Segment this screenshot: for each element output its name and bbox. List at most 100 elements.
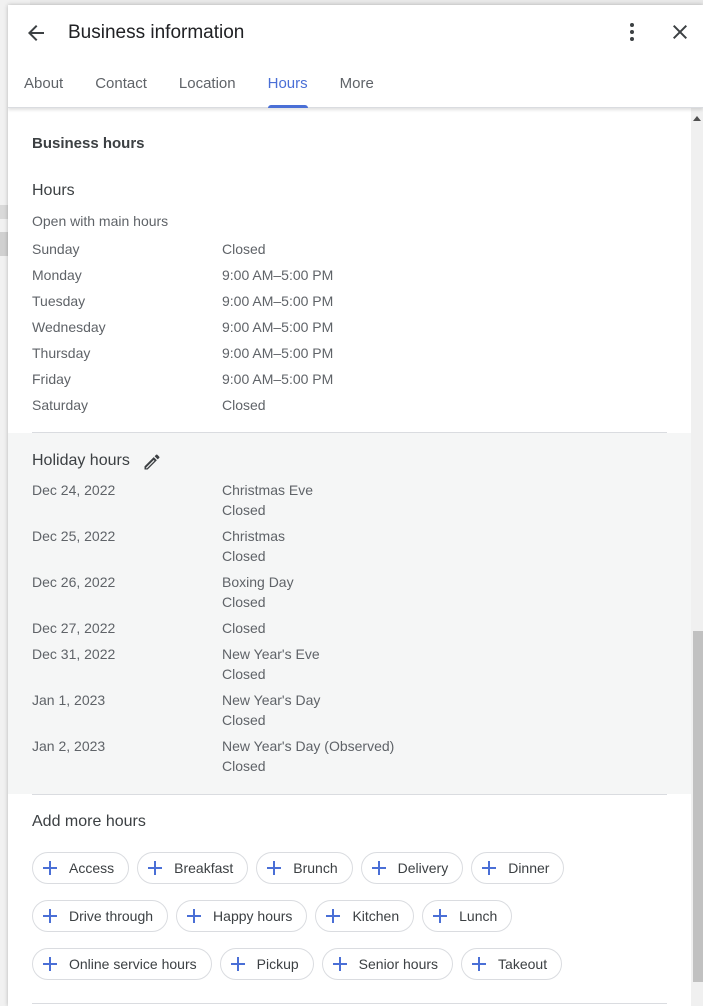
tab-location[interactable]: Location	[163, 63, 252, 108]
add-hours-chip-kitchen[interactable]: Kitchen	[315, 900, 415, 932]
holiday-name: Christmas	[222, 528, 286, 544]
holiday-hours-value: Closed	[222, 758, 266, 774]
arrow-left-icon	[28, 25, 44, 41]
chip-label: Takeout	[498, 956, 548, 972]
add-hours-chip-dinner[interactable]: Dinner	[471, 852, 565, 884]
day-hours: 9:00 AM–5:00 PM	[222, 319, 334, 335]
day-label: Thursday	[32, 345, 91, 361]
chip-label: Delivery	[397, 860, 449, 876]
chip-label: Senior hours	[358, 956, 439, 972]
tab-bar: About Contact Location Hours More	[8, 63, 390, 108]
chip-label: Access	[69, 860, 115, 876]
add-more-hours-heading: Add more hours	[32, 813, 146, 830]
add-hours-chip-pickup[interactable]: Pickup	[219, 948, 314, 980]
day-hours: Closed	[222, 241, 266, 257]
holiday-date: Dec 25, 2022	[32, 528, 116, 544]
chip-label: Kitchen	[352, 908, 400, 924]
chip-label: Lunch	[459, 908, 498, 924]
plus-icon	[472, 957, 487, 971]
holiday-date: Dec 24, 2022	[32, 482, 116, 498]
plus-icon	[482, 861, 497, 875]
holiday-name: Boxing Day	[222, 574, 294, 590]
plus-icon	[326, 909, 341, 923]
plus-icon	[332, 957, 347, 971]
holiday-date: Dec 27, 2022	[32, 620, 116, 636]
tab-hours[interactable]: Hours	[252, 63, 324, 108]
panel-title: Business information	[68, 22, 245, 43]
holiday-hours-value: Closed	[222, 502, 266, 518]
holiday-details: Closed	[222, 618, 266, 638]
holiday-hours-value: Closed	[222, 666, 266, 682]
chip-label: Pickup	[256, 956, 299, 972]
plus-icon	[148, 861, 163, 875]
holiday-date: Jan 1, 2023	[32, 692, 106, 708]
add-hours-chip-lunch[interactable]: Lunch	[422, 900, 513, 932]
hours-status: Open with main hours	[32, 213, 169, 229]
tab-about[interactable]: About	[8, 63, 79, 108]
chip-row: Online service hours Pickup Senior hours Ta…	[32, 948, 652, 980]
add-hours-chip-drive-through[interactable]: Drive through	[32, 900, 169, 932]
section-title: Business hours	[32, 135, 145, 152]
holiday-date: Jan 2, 2023	[32, 738, 106, 754]
chip-label: Drive through	[69, 908, 154, 924]
more-options-button[interactable]	[620, 20, 644, 44]
holiday-date: Dec 31, 2022	[32, 646, 116, 662]
divider	[32, 794, 667, 795]
scrollbar[interactable]	[691, 108, 703, 1006]
add-hours-chip-senior-hours[interactable]: Senior hours	[321, 948, 454, 980]
day-label: Sunday	[32, 241, 80, 257]
day-hours: 9:00 AM–5:00 PM	[222, 293, 334, 309]
scroll-up-arrow[interactable]	[693, 116, 701, 121]
chip-label: Breakfast	[174, 860, 234, 876]
holiday-name: New Year's Day	[222, 692, 321, 708]
tab-more[interactable]: More	[324, 63, 390, 108]
day-label: Friday	[32, 371, 71, 387]
plus-icon	[43, 861, 57, 875]
add-hours-chip-brunch[interactable]: Brunch	[256, 852, 353, 884]
chip-label: Brunch	[293, 860, 338, 876]
plus-icon	[43, 957, 57, 971]
day-label: Saturday	[32, 397, 89, 413]
tab-contact[interactable]: Contact	[79, 63, 163, 108]
day-hours: Closed	[222, 397, 266, 413]
more-hours-chips: Access Breakfast Brunch Delivery Dinner Drive…	[32, 852, 652, 996]
day-label: Tuesday	[32, 293, 86, 309]
chip-label: Happy hours	[213, 908, 293, 924]
day-hours: 9:00 AM–5:00 PM	[222, 345, 334, 361]
chip-row: Access Breakfast Brunch Delivery Dinner	[32, 852, 652, 884]
plus-icon	[433, 909, 448, 923]
add-hours-chip-access[interactable]: Access	[32, 852, 130, 884]
scroll-thumb[interactable]	[693, 630, 703, 982]
chip-label: Dinner	[508, 860, 550, 876]
holiday-hours-section: Holiday hours Dec 24, 2022 Christmas Eve C…	[8, 433, 691, 794]
plus-icon	[43, 909, 57, 923]
add-hours-chip-takeout[interactable]: Takeout	[461, 948, 563, 980]
hours-content: Business hours Hours Open with main hour…	[8, 108, 691, 1006]
panel-header: Business information About Contact Locat…	[8, 5, 703, 108]
holiday-hours-value: Closed	[222, 594, 266, 610]
add-hours-chip-happy-hours[interactable]: Happy hours	[176, 900, 308, 932]
holiday-name: New Year's Eve	[222, 646, 320, 662]
holiday-details: Boxing Day Closed	[222, 572, 294, 612]
plus-icon	[371, 861, 386, 875]
holiday-details: Christmas Closed	[222, 526, 285, 566]
add-hours-chip-online-service-hours[interactable]: Online service hours	[32, 948, 212, 980]
chip-row: Drive through Happy hours Kitchen Lunch	[32, 900, 652, 932]
holiday-date: Dec 26, 2022	[32, 574, 116, 590]
hours-heading[interactable]: Hours	[32, 182, 75, 200]
edit-holiday-hours-button[interactable]	[142, 452, 162, 472]
holiday-hours-value: Closed	[222, 548, 266, 564]
more-vert-icon	[630, 23, 634, 41]
close-button[interactable]	[668, 20, 692, 44]
back-button[interactable]	[24, 21, 48, 45]
holiday-details: New Year's Eve Closed	[222, 644, 320, 684]
divider	[32, 1003, 667, 1004]
add-hours-chip-breakfast[interactable]: Breakfast	[137, 852, 249, 884]
close-icon	[673, 25, 687, 39]
add-hours-chip-delivery[interactable]: Delivery	[360, 852, 464, 884]
chip-label: Online service hours	[69, 956, 197, 972]
holiday-hours-value: Closed	[222, 712, 266, 728]
plus-icon	[187, 909, 202, 923]
business-info-panel: Business information About Contact Locat…	[8, 5, 703, 1006]
holiday-details: New Year's Day Closed	[222, 690, 320, 730]
